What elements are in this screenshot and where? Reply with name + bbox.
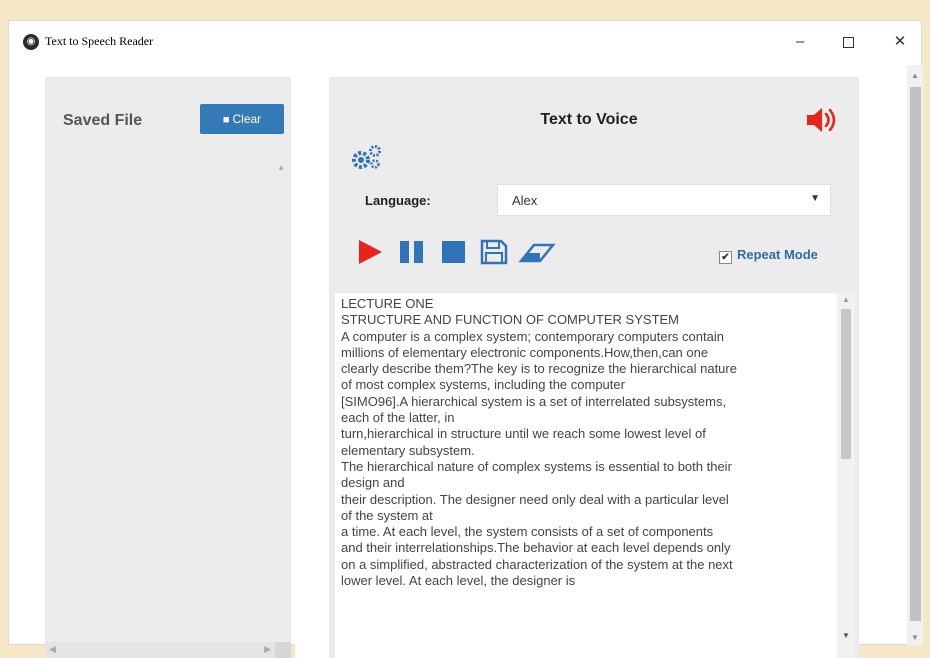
title-bar: ◉ Text to Speech Reader – ✕ [9,21,921,65]
repeat-mode-checkbox[interactable]: ✔ Repeat Mode [719,247,818,264]
maximize-button[interactable] [833,29,863,55]
saved-files-panel: Saved File ■ Clear ▲ ◀ ▶ [45,77,291,658]
window-scroll-thumb[interactable] [910,87,921,621]
app-window: ◉ Text to Speech Reader – ✕ Saved File ■… [8,20,923,658]
play-icon[interactable] [355,237,385,267]
scroll-up-arrow[interactable]: ▲ [842,295,850,304]
text-to-voice-panel: Text to Voice Language: Alex ▼ ✔ Repeat … [329,77,859,658]
language-select[interactable]: Alex ▼ [497,184,831,216]
pause-icon[interactable] [397,237,427,267]
chevron-down-icon: ▼ [810,193,820,204]
eraser-icon[interactable] [517,237,557,267]
clear-button-label: Clear [232,112,262,126]
minimize-button[interactable]: – [785,29,815,55]
scroll-down-arrow[interactable]: ▼ [842,631,850,640]
text-to-voice-title: Text to Voice [540,111,638,128]
window-scroll-down-arrow[interactable]: ▼ [911,633,919,642]
trash-icon: ■ [222,114,230,126]
stop-icon[interactable] [439,237,469,267]
app-icon: ◉ [23,34,39,50]
panel-divider [295,77,329,658]
text-input-area[interactable]: LECTURE ONE STRUCTURE AND FUNCTION OF CO… [335,293,855,658]
text-vertical-scrollbar[interactable]: ▲ ▼ [837,293,855,658]
scroll-right-arrow[interactable]: ▶ [264,644,271,655]
maximize-icon [842,36,854,48]
saved-file-heading: Saved File [63,112,143,129]
window-vertical-scrollbar[interactable]: ▲ ▼ [907,65,923,646]
list-scroll-up-arrow[interactable]: ▲ [277,163,285,172]
checkmark-icon: ✔ [719,251,732,264]
save-icon[interactable] [479,237,509,267]
list-horizontal-scrollbar[interactable]: ◀ ▶ [45,642,291,658]
repeat-mode-label: Repeat Mode [737,247,818,262]
text-content[interactable]: LECTURE ONE STRUCTURE AND FUNCTION OF CO… [341,296,831,589]
window-scroll-up-arrow[interactable]: ▲ [911,71,919,80]
language-label: Language: [365,193,431,208]
text-scroll-thumb[interactable] [841,309,851,459]
clear-button[interactable]: ■ Clear [200,104,284,134]
gears-icon[interactable] [349,142,385,172]
speaker-volume-icon[interactable] [803,105,843,135]
close-button[interactable]: ✕ [885,29,915,55]
window-title: Text to Speech Reader [45,34,154,48]
scroll-corner [275,642,291,658]
scroll-left-arrow[interactable]: ◀ [49,644,56,655]
language-selected-value: Alex [512,193,538,208]
